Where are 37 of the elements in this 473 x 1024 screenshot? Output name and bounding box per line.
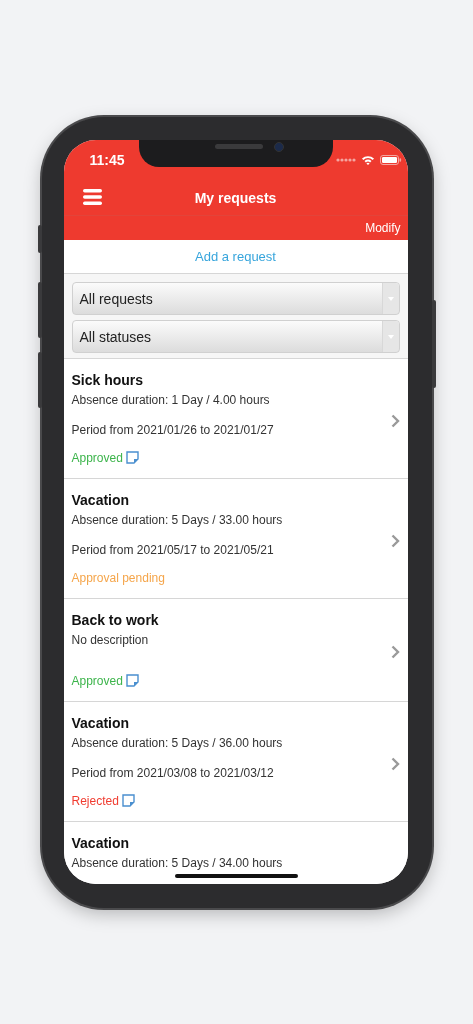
- request-title: Back to work: [71, 611, 160, 630]
- filter-dropdown[interactable]: All requests: [71, 282, 400, 315]
- status-label: Rejected: [71, 793, 119, 808]
- status-label: Approved: [71, 450, 123, 465]
- menu-icon[interactable]: [82, 189, 102, 205]
- note-icon[interactable]: [125, 451, 139, 464]
- modify-link[interactable]: Modify: [365, 221, 401, 235]
- signal-icon: [335, 158, 356, 162]
- status-label: Approved: [71, 673, 123, 688]
- filter-dropdown[interactable]: All statuses: [71, 320, 400, 353]
- request-detail: Absence duration: 5 Days / 34.00 hours: [71, 855, 284, 872]
- dropdown-arrow-icon: [387, 296, 394, 301]
- request-title: Vacation: [71, 491, 131, 510]
- request-detail: Absence duration: 5 Days / 33.00 hours: [71, 512, 284, 529]
- chevron-right-icon: [390, 413, 400, 428]
- status-label: Approval pending: [71, 570, 165, 585]
- request-title: Vacation: [71, 834, 131, 853]
- wifi-icon: [360, 155, 375, 165]
- chevron-right-icon: [390, 533, 400, 548]
- request-detail: Absence duration: 5 Days / 36.00 hours: [71, 735, 284, 752]
- note-icon[interactable]: [121, 794, 135, 807]
- status-time: 11:45: [89, 152, 125, 168]
- request-detail: Absence duration: 1 Day / 4.00 hours: [71, 392, 271, 409]
- request-detail: No description: [71, 632, 150, 649]
- request-detail: Period from 2021/03/08 to 2021/03/12: [71, 765, 275, 782]
- screen-title: My requests: [194, 189, 277, 206]
- request-detail: Period from 2021/05/17 to 2021/05/21: [71, 542, 275, 559]
- camera-icon: [273, 142, 284, 152]
- chevron-right-icon: [390, 645, 400, 659]
- note-icon[interactable]: [125, 674, 139, 687]
- speaker-icon: [214, 144, 263, 149]
- request-title: Sick hours: [71, 371, 145, 390]
- request-detail: Period from 2021/01/26 to 2021/01/27: [71, 422, 275, 439]
- request-title: Vacation: [71, 714, 131, 733]
- battery-icon: [379, 155, 402, 165]
- chevron-right-icon: [390, 756, 400, 771]
- dropdown-arrow-icon: [387, 334, 394, 339]
